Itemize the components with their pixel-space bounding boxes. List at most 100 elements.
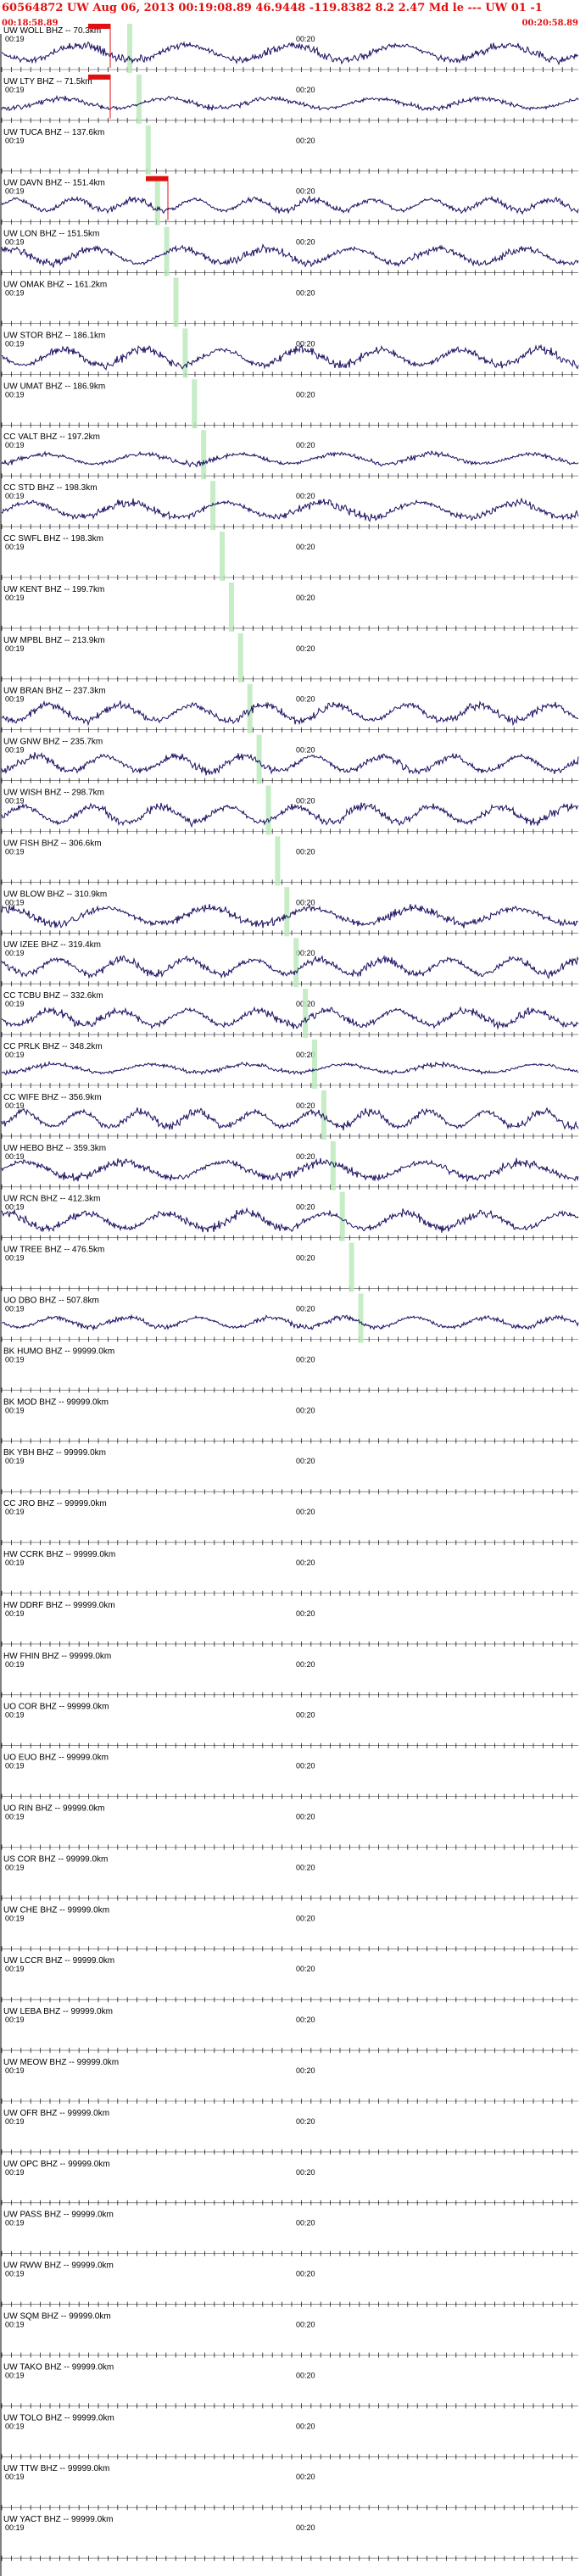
- waveform-trace: [1, 450, 579, 468]
- time-tick-label: 00:19: [5, 2473, 25, 2481]
- trace-panel: UW BLOW BHZ -- 310.9km00:19 00:20: [1, 887, 579, 937]
- trace-panel: CC TCBU BHZ -- 332.6km00:1900:20: [1, 989, 579, 1039]
- trace-panel: CC PRLK BHZ -- 348.2km00:19 00:20: [1, 1040, 579, 1089]
- time-tick-label: 00:20: [296, 1863, 315, 1871]
- trace-panel: UW BRAN BHZ -- 237.3km00:19 00:20: [1, 683, 579, 733]
- phase-window: [358, 1293, 364, 1343]
- trace-panel: CC VALT BHZ -- 197.2km00:19 00:20: [1, 430, 579, 480]
- waveform-trace: [1, 1157, 579, 1183]
- time-tick-label: 00:20: [296, 2066, 315, 2075]
- time-tick-label: 00:20: [296, 187, 315, 196]
- time-tick-label: 00:19: [5, 1457, 25, 1465]
- waveform-trace: [1, 1313, 579, 1331]
- time-tick-label: 00:19: [5, 1660, 25, 1669]
- pick-marker: [146, 176, 168, 181]
- time-tick-label: 00:20: [296, 2219, 315, 2228]
- time-tick-label: 00:20: [296, 2422, 315, 2430]
- time-tick-label: 00:20: [296, 1203, 315, 1212]
- trace-panel: UW HEBO BHZ -- 359.3km00:19 00:20: [1, 1140, 579, 1190]
- time-tick-label: 00:20: [296, 1558, 315, 1567]
- phase-window: [192, 379, 198, 429]
- time-tick-label: 00:20: [296, 390, 315, 399]
- seismogram-plot: UW WOLL BHZ -- 70.3km00:19 00:20UW LTY BH…: [0, 24, 579, 2576]
- trace-panel: UW DAVN BHZ -- 151.4km00:19 00:20: [1, 176, 579, 226]
- trace-panel: UW CHE BHZ -- 99999.0km00:19 00:20: [1, 1905, 578, 1952]
- waveform-trace: [1, 243, 579, 268]
- trace-panel: UW LCCR BHZ -- 99999.0km00:19 00:20: [1, 1956, 578, 2003]
- time-tick-label: 00:19: [5, 1355, 25, 1363]
- time-tick-label: 00:20: [296, 1406, 315, 1414]
- trace-panel: UW MEOW BHZ -- 99999.0km00:19 00:20: [1, 2058, 578, 2104]
- waveform-trace: [1, 802, 579, 828]
- time-tick-label: 00:20: [296, 543, 315, 551]
- time-tick-label: 00:19: [5, 1101, 25, 1110]
- time-tick-label: 00:19: [5, 2117, 25, 2126]
- time-tick-label: 00:20: [296, 1660, 315, 1669]
- time-tick-label: 00:19: [5, 2016, 25, 2024]
- trace-panel: UW YACT BHZ -- 99999.0km00:19 00:20: [1, 2515, 578, 2562]
- time-tick-label: 00:19: [5, 1813, 25, 1821]
- time-tick-label: 00:19: [5, 2219, 25, 2228]
- trace-panel: UW MPBL BHZ -- 213.9km00:19 00:20: [1, 633, 578, 683]
- trace-panel: UW LTY BHZ -- 71.5km00:19 00:20: [1, 74, 579, 124]
- waveform-trace: [1, 1060, 579, 1076]
- time-tick-label: 00:20: [296, 1355, 315, 1363]
- time-tick-label: 00:19: [5, 137, 25, 145]
- trace-panel: UO DBO BHZ -- 507.8km00:19 00:20: [1, 1293, 579, 1343]
- phase-window: [312, 1040, 317, 1089]
- time-tick-label: 00:20: [296, 797, 315, 806]
- trace-panel: CC STD BHZ -- 198.3km00:19 00:20: [1, 481, 579, 531]
- waveform-trace: [1, 955, 579, 979]
- phase-window: [201, 430, 207, 480]
- time-tick-label: 00:19: [5, 594, 25, 602]
- time-tick-label: 00:19: [5, 1254, 25, 1263]
- time-tick-label: 00:19: [5, 1305, 25, 1313]
- time-tick-label: 00:19: [5, 1711, 25, 1720]
- time-tick-label: 00:20: [296, 137, 315, 145]
- trace-panel: US COR BHZ -- 99999.0km00:19 00:20: [1, 1854, 578, 1901]
- time-tick-label: 00:19: [5, 35, 25, 43]
- waveform-trace: [1, 41, 579, 66]
- waveform-trace: [1, 195, 579, 215]
- time-tick-label: 00:20: [296, 898, 315, 906]
- phase-window: [339, 1191, 345, 1241]
- trace-panel: UW FISH BHZ -- 306.6km00:19 00:20: [1, 836, 578, 886]
- trace-panel: BK YBH BHZ -- 99999.0km00:19 00:20: [1, 1448, 578, 1495]
- pick-marker: [88, 74, 110, 80]
- phase-window: [349, 1242, 354, 1292]
- phase-window: [145, 125, 151, 175]
- trace-panel: UW SQM BHZ -- 99999.0km00:19 00:20: [1, 2312, 578, 2358]
- trace-panel: UW OFR BHZ -- 99999.0km00:19 00:20: [1, 2109, 578, 2155]
- time-tick-label: 00:20: [296, 695, 315, 704]
- time-tick-label: 00:20: [296, 1965, 315, 1973]
- time-tick-label: 00:20: [296, 2473, 315, 2481]
- time-tick-label: 00:20: [296, 1101, 315, 1110]
- trace-panel: UW STOR BHZ -- 186.1km00:19 00:20: [1, 328, 579, 378]
- time-tick-label: 00:19: [5, 1609, 25, 1618]
- time-tick-label: 00:19: [5, 1051, 25, 1059]
- time-tick-label: 00:19: [5, 390, 25, 399]
- trace-panel: UW TTW BHZ -- 99999.0km00:19 00:20: [1, 2464, 578, 2511]
- time-tick-label: 00:19: [5, 695, 25, 704]
- time-tick-label: 00:19: [5, 2422, 25, 2430]
- time-tick-label: 00:20: [296, 746, 315, 755]
- time-tick-label: 00:19: [5, 1558, 25, 1567]
- trace-panel: UW PASS BHZ -- 99999.0km00:19 00:20: [1, 2211, 578, 2256]
- time-tick-label: 00:20: [296, 1609, 315, 1618]
- time-tick-label: 00:20: [296, 2168, 315, 2177]
- time-tick-label: 00:20: [296, 1305, 315, 1313]
- time-tick-label: 00:19: [5, 898, 25, 906]
- phase-window: [265, 785, 271, 835]
- trace-panel: UW RWW BHZ -- 99999.0km00:19 00:20: [1, 2261, 578, 2307]
- time-tick-label: 00:20: [296, 1762, 315, 1770]
- phase-window: [228, 582, 234, 632]
- trace-panel: UW WOLL BHZ -- 70.3km00:19 00:20: [1, 24, 579, 73]
- phase-window: [127, 24, 132, 73]
- time-tick-label: 00:20: [296, 2016, 315, 2024]
- time-tick-label: 00:19: [5, 1863, 25, 1871]
- time-tick-label: 00:20: [296, 2270, 315, 2278]
- time-tick-label: 00:19: [5, 86, 25, 94]
- time-tick-label: 00:20: [296, 441, 315, 449]
- waveform-trace: [1, 343, 579, 371]
- time-tick-label: 00:20: [296, 2117, 315, 2126]
